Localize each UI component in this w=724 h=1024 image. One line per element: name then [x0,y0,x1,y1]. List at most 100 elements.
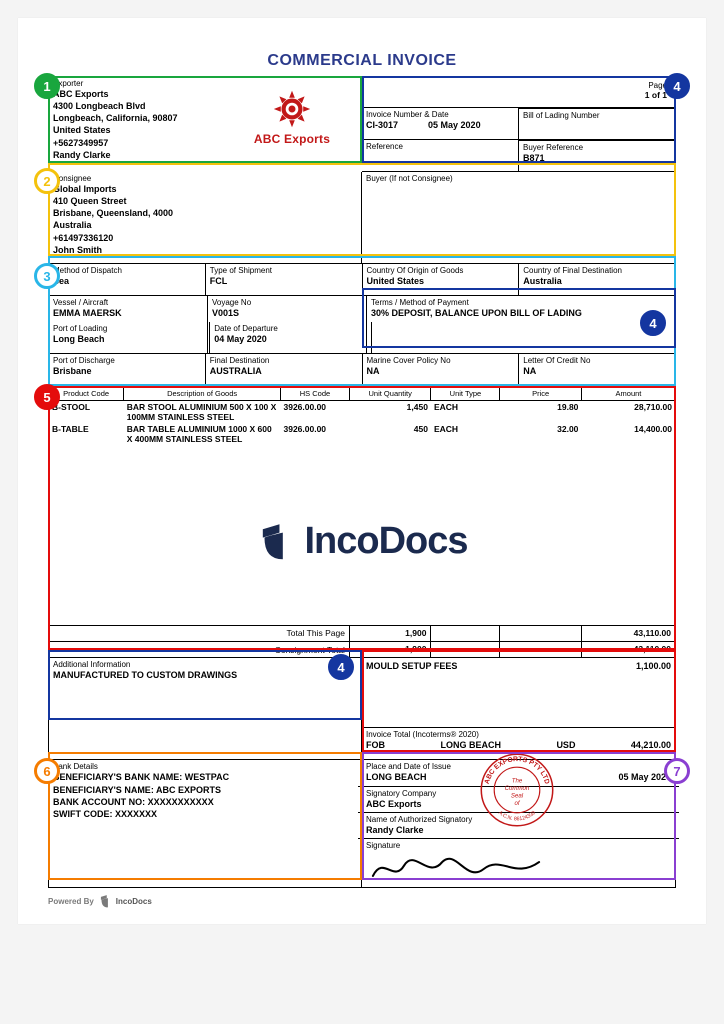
letter-credit-label: Letter Of Credit No [523,356,671,365]
reference-box: Reference [362,140,519,172]
additional-value: MANUFACTURED TO CUSTOM DRAWINGS [53,669,357,681]
issue-date: 05 May 2020 [618,771,671,783]
annot-badge-6: 6 [34,758,60,784]
port-discharge-value: Brisbane [53,365,201,377]
buyer-ref-value: B871 [523,152,671,164]
invoice-total-label: Invoice Total (Incoterms® 2020) [366,730,671,739]
invoice-number-box: Invoice Number & Date CI-3017 05 May 202… [362,108,519,140]
incodocs-logo-icon [256,521,292,561]
footer-powered: Powered By [48,897,94,906]
vessel-value: EMMA MAERSK [53,307,203,319]
svg-text:Seal: Seal [511,793,524,800]
bank-label: Bank Details [53,762,357,771]
issue-sig-label: Signature [366,841,671,850]
port-discharge-box: Port of Discharge Brisbane [48,354,206,386]
dest-country-value: Australia [523,275,671,287]
invoice-number: CI-3017 [366,119,398,131]
exporter-name: ABC Exports [53,88,227,100]
bank-box: Bank Details BENEFICIARY'S BANK NAME: WE… [48,760,362,888]
buyer-box: Buyer (If not Consignee) [362,172,676,264]
totals-table: Total This Page 1,900 43,110.00 Consignm… [48,626,676,659]
consignee-addr1: 410 Queen Street [53,195,357,207]
exporter-logo-text: ABC Exports [254,132,330,146]
marine-box: Marine Cover Policy No NA [363,354,520,386]
dispatch-value: Sea [53,275,201,287]
invoice-number-label: Invoice Number & Date [366,110,514,119]
dispatch-label: Method of Dispatch [53,266,201,275]
consign-total-qty: 1,900 [349,641,431,657]
total-page-amount: 43,110.00 [581,626,675,642]
letter-credit-value: NA [523,365,671,377]
total-page-label: Total This Page [49,626,350,642]
gear-icon [271,88,313,130]
buyer-ref-box: Buyer Reference B871 [519,140,676,172]
exporter-contact: Randy Clarke [53,149,227,161]
voyage-value: V001S [212,307,362,319]
final-dest-label: Final Destination [210,356,358,365]
extra-charge-box: MOULD SETUP FEES 1,100.00 [362,658,676,728]
footer: Powered By IncoDocs [48,894,676,908]
shipment-type-label: Type of Shipment [210,266,358,275]
annot-badge-7: 7 [664,758,690,784]
incodocs-footer-icon [99,894,111,908]
extra-charge-label: MOULD SETUP FEES [366,660,457,721]
consign-total-label: Consignment Total [49,641,350,657]
signature-box: Place and Date of Issue LONG BEACH 05 Ma… [362,760,676,888]
pages-box: Pages 1 of 1 [362,76,676,108]
annot-badge-4c: 4 [328,654,354,680]
table-row: B-TABLEBAR TABLE ALUMINIUM 1000 X 600 X … [49,423,676,445]
bank-line3: BANK ACCOUNT NO: XXXXXXXXXXX [53,796,357,808]
final-dest-value: AUSTRALIA [210,365,358,377]
watermark-text: IncoDocs [304,520,467,563]
annot-badge-5: 5 [34,384,60,410]
voyage-label: Voyage No [212,298,362,307]
marine-value: NA [367,365,515,377]
exporter-addr2: Longbeach, California, 90807 [53,112,227,124]
col-qty: Unit Quantity [349,387,431,401]
annot-badge-4b: 4 [640,310,666,336]
consignee-country: Australia [53,219,357,231]
invoice-date: 05 May 2020 [428,119,481,131]
shipment-type-box: Type of Shipment FCL [206,264,363,296]
marine-label: Marine Cover Policy No [367,356,515,365]
issue-place: LONG BEACH [366,771,451,783]
issue-place-label: Place and Date of Issue [366,762,451,771]
buyer-label: Buyer (If not Consignee) [366,174,671,183]
exporter-box: Exporter ABC Exports 4300 Longbeach Blvd… [48,76,362,162]
annot-badge-1: 1 [34,73,60,99]
departure-box: Date of Departure 04 May 2020 [210,322,371,354]
consignee-label: Consignee [53,174,357,183]
dest-country-label: Country of Final Destination [523,266,671,275]
bol-label: Bill of Lading Number [523,111,671,120]
origin-label: Country Of Origin of Goods [367,266,515,275]
svg-text:A.C.N. 86124339: A.C.N. 86124339 [497,810,537,822]
page-title: COMMERCIAL INVOICE [48,52,676,70]
consign-total-amount: 43,110.00 [581,641,675,657]
company-seal-icon: ABC EXPORTS PTY LTD A.C.N. 86124339 The … [479,752,555,828]
terms-value: 30% DEPOSIT, BALANCE UPON BILL OF LADING [371,307,671,319]
exporter-phone: +5627349957 [53,137,227,149]
final-dest-box: Final Destination AUSTRALIA [206,354,363,386]
col-price: Price [500,387,582,401]
invoice-total-place: LONG BEACH [440,739,501,751]
reference-label: Reference [366,142,514,151]
col-amount: Amount [581,387,675,401]
invoice-total-term: FOB [366,739,385,751]
consignee-phone: +61497336120 [53,232,357,244]
dest-country-box: Country of Final Destination Australia [519,264,676,296]
origin-box: Country Of Origin of Goods United States [363,264,520,296]
table-row: B-STOOLBAR STOOL ALUMINIUM 500 X 100 X 1… [49,401,676,424]
port-loading-value: Long Beach [53,333,205,345]
items-table: Product Code Description of Goods HS Cod… [48,386,676,626]
annot-badge-3: 3 [34,263,60,289]
additional-label: Additional Information [53,660,357,669]
departure-value: 04 May 2020 [214,333,366,345]
bank-line2: BENEFICIARY'S NAME: ABC EXPORTS [53,784,357,796]
col-desc: Description of Goods [124,387,281,401]
svg-text:of: of [514,801,520,808]
svg-text:Common: Common [505,785,530,792]
extra-charge-amount: 1,100.00 [636,660,671,721]
consignee-box: Consignee Global Imports 410 Queen Stree… [48,172,362,264]
port-loading-label: Port of Loading [53,324,205,333]
exporter-logo: ABC Exports [227,79,357,155]
